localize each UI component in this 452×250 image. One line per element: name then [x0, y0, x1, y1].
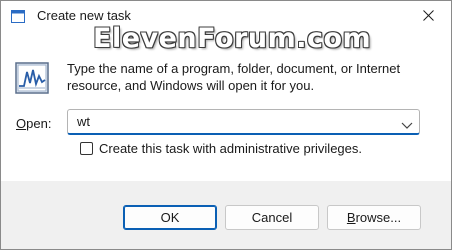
ok-button-label: OK: [160, 210, 180, 225]
browse-button[interactable]: Browse...: [327, 205, 421, 230]
browse-button-label-rest: rowse...: [355, 210, 402, 225]
open-label-rest: pen:: [26, 116, 52, 131]
run-dialog-icon: [11, 10, 25, 23]
dialog-title: Create new task: [37, 8, 131, 23]
description-text: Type the name of a program, folder, docu…: [67, 61, 401, 93]
watermark-text: ElevenForum.com: [93, 23, 372, 54]
close-icon: [422, 8, 434, 26]
open-input-value[interactable]: wt: [77, 114, 90, 129]
create-new-task-dialog: Create new task ElevenForum.com Type the…: [0, 0, 452, 250]
close-button[interactable]: [405, 1, 451, 33]
ok-button[interactable]: OK: [123, 205, 217, 230]
admin-privileges-checkbox[interactable]: [80, 142, 93, 155]
open-combobox[interactable]: wt: [67, 109, 420, 135]
open-label-accelerator: O: [16, 116, 27, 131]
cancel-button-label: Cancel: [251, 210, 293, 225]
task-manager-icon: [15, 62, 49, 94]
open-label: Open:: [16, 116, 51, 131]
cancel-button[interactable]: Cancel: [225, 205, 319, 230]
browse-button-accelerator: B: [346, 210, 356, 225]
admin-privileges-label[interactable]: Create this task with administrative pri…: [99, 141, 362, 156]
chevron-down-icon[interactable]: [401, 117, 413, 129]
